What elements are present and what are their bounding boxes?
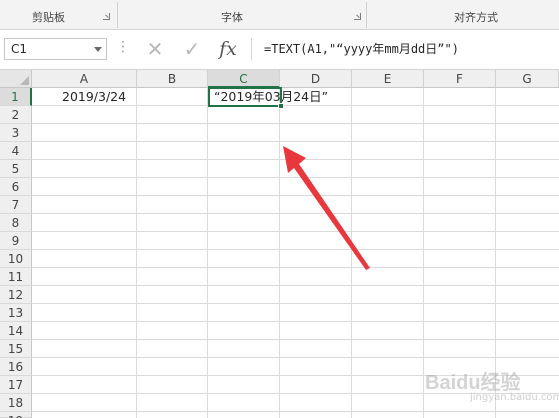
watermark-url: jingyan.baidu.com (470, 392, 559, 403)
watermark: Baidu经验 (425, 372, 521, 394)
annotation-arrow-icon (283, 146, 370, 270)
